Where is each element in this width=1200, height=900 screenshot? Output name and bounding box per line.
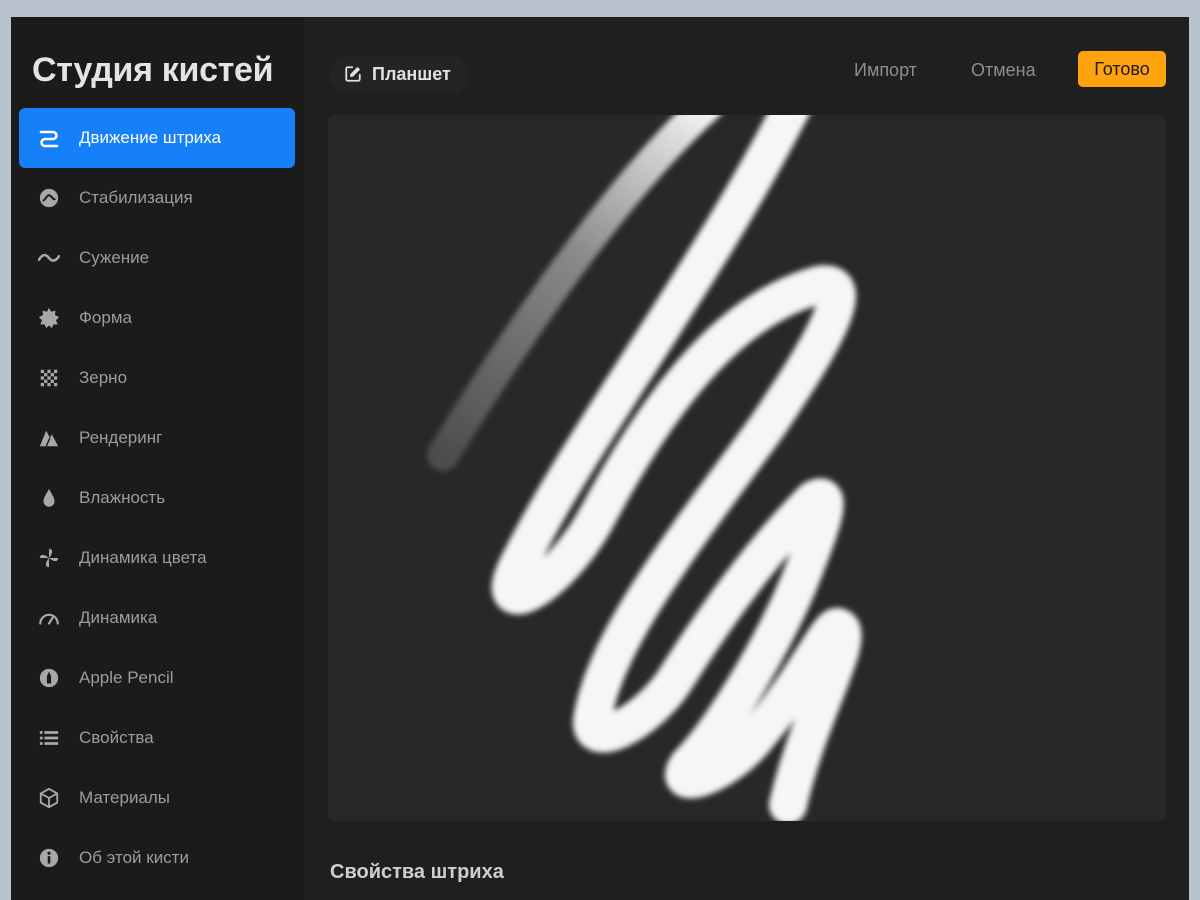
- done-button[interactable]: Готово: [1078, 51, 1166, 87]
- sidebar-item-grain[interactable]: Зерно: [19, 348, 295, 408]
- materials-icon: [37, 786, 61, 810]
- color-dynamics-icon: [37, 546, 61, 570]
- sidebar-item-properties[interactable]: Свойства: [19, 708, 295, 768]
- sidebar-item-label: Форма: [79, 308, 132, 327]
- sidebar-item-wet-mix[interactable]: Влажность: [19, 468, 295, 528]
- sidebar-item-label: Стабилизация: [79, 188, 193, 207]
- sidebar-item-dynamics[interactable]: Динамика: [19, 588, 295, 648]
- taper-icon: [37, 246, 61, 270]
- sidebar-item-label: Влажность: [79, 488, 166, 507]
- sidebar-item-stroke-path[interactable]: Движение штриха: [19, 108, 295, 168]
- sidebar-item-about-brush[interactable]: Об этой кисти: [19, 828, 295, 888]
- app-window: Студия кистей Движение штриха Стабилизац…: [11, 17, 1189, 900]
- sidebar: Студия кистей Движение штриха Стабилизац…: [11, 17, 304, 900]
- stroke-zigzag: [491, 115, 862, 821]
- properties-icon: [37, 726, 61, 750]
- sidebar-item-apple-pencil[interactable]: Apple Pencil: [19, 648, 295, 708]
- import-button[interactable]: Импорт: [854, 60, 917, 81]
- drawing-pad-canvas[interactable]: [328, 115, 1166, 821]
- sidebar-item-label: Об этой кисти: [79, 848, 189, 867]
- drawing-pad-tab[interactable]: Планшет: [330, 55, 469, 93]
- sidebar-item-label: Свойства: [79, 728, 154, 747]
- drawing-pad-label: Планшет: [372, 63, 451, 84]
- stabilization-icon: [37, 186, 61, 210]
- app-title: Студия кистей: [32, 51, 274, 89]
- sidebar-item-label: Материалы: [79, 788, 171, 807]
- sidebar-item-stabilization[interactable]: Стабилизация: [19, 168, 295, 228]
- sidebar-item-label: Apple Pencil: [79, 668, 174, 687]
- sidebar-item-label: Динамика: [79, 608, 158, 627]
- sidebar-item-rendering[interactable]: Рендеринг: [19, 408, 295, 468]
- sidebar-nav: Движение штриха Стабилизация Сужение Фор…: [19, 108, 295, 888]
- sidebar-item-color-dynamics[interactable]: Динамика цвета: [19, 528, 295, 588]
- sidebar-item-shape[interactable]: Форма: [19, 288, 295, 348]
- sidebar-item-label: Рендеринг: [79, 428, 163, 447]
- cancel-button[interactable]: Отмена: [971, 60, 1036, 81]
- sidebar-item-label: Динамика цвета: [79, 548, 207, 567]
- section-title: Свойства штриха: [330, 861, 504, 883]
- grain-icon: [37, 366, 61, 390]
- sidebar-item-label: Зерно: [79, 368, 128, 387]
- sidebar-item-taper[interactable]: Сужение: [19, 228, 295, 288]
- sidebar-item-label: Сужение: [79, 248, 150, 267]
- rendering-icon: [37, 426, 61, 450]
- sidebar-item-materials[interactable]: Материалы: [19, 768, 295, 828]
- stroke-path-icon: [37, 126, 61, 150]
- wet-mix-icon: [37, 486, 61, 510]
- edit-icon: [345, 66, 361, 82]
- apple-pencil-icon: [37, 666, 61, 690]
- dynamics-icon: [37, 606, 61, 630]
- info-icon: [37, 846, 61, 870]
- shape-icon: [37, 306, 61, 330]
- sidebar-item-label: Движение штриха: [79, 128, 222, 147]
- brush-stroke-preview: [427, 115, 862, 821]
- main-panel: Планшет Импорт Отмена Готово Свойства шт…: [304, 17, 1189, 900]
